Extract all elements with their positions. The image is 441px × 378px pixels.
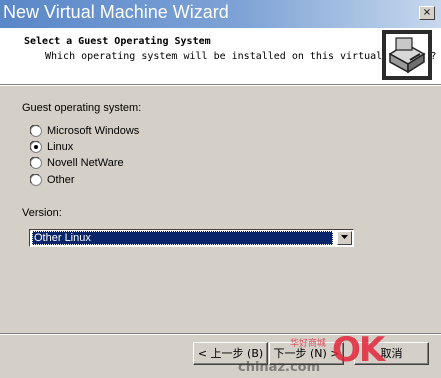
radio-button-icon[interactable] (30, 125, 42, 137)
radio-label[interactable]: Linux (47, 140, 73, 154)
page-subtitle: Which operating system will be installed… (45, 51, 437, 62)
radio-label[interactable]: Microsoft Windows (47, 124, 139, 138)
close-button[interactable]: × (419, 6, 435, 20)
radio-button-icon[interactable] (30, 174, 42, 186)
watermark-site: chinaz.com (238, 360, 321, 375)
version-select[interactable]: Other Linux (29, 229, 354, 247)
radio-button-selected-icon[interactable] (30, 141, 42, 153)
dropdown-button[interactable] (337, 231, 352, 245)
wizard-computer-icon (382, 30, 432, 80)
title-bar[interactable]: New Virtual Machine Wizard × (0, 0, 441, 28)
version-select-value[interactable]: Other Linux (32, 231, 333, 245)
chevron-down-icon (341, 235, 348, 239)
guest-os-label: Guest operating system: (22, 102, 142, 114)
radio-label[interactable]: Other (47, 173, 75, 187)
watermark-logo-ok: OK (332, 330, 385, 370)
wizard-header: Select a Guest Operating System Which op… (0, 28, 441, 84)
watermark-logo-cn: 华好商城 (290, 338, 327, 348)
radio-button-icon[interactable] (30, 157, 42, 169)
window-title: New Virtual Machine Wizard (3, 2, 229, 22)
page-title: Select a Guest Operating System (24, 36, 211, 47)
header-separator (0, 84, 441, 86)
close-icon: × (422, 7, 432, 18)
version-label: Version: (22, 207, 62, 219)
radio-label[interactable]: Novell NetWare (47, 156, 124, 170)
